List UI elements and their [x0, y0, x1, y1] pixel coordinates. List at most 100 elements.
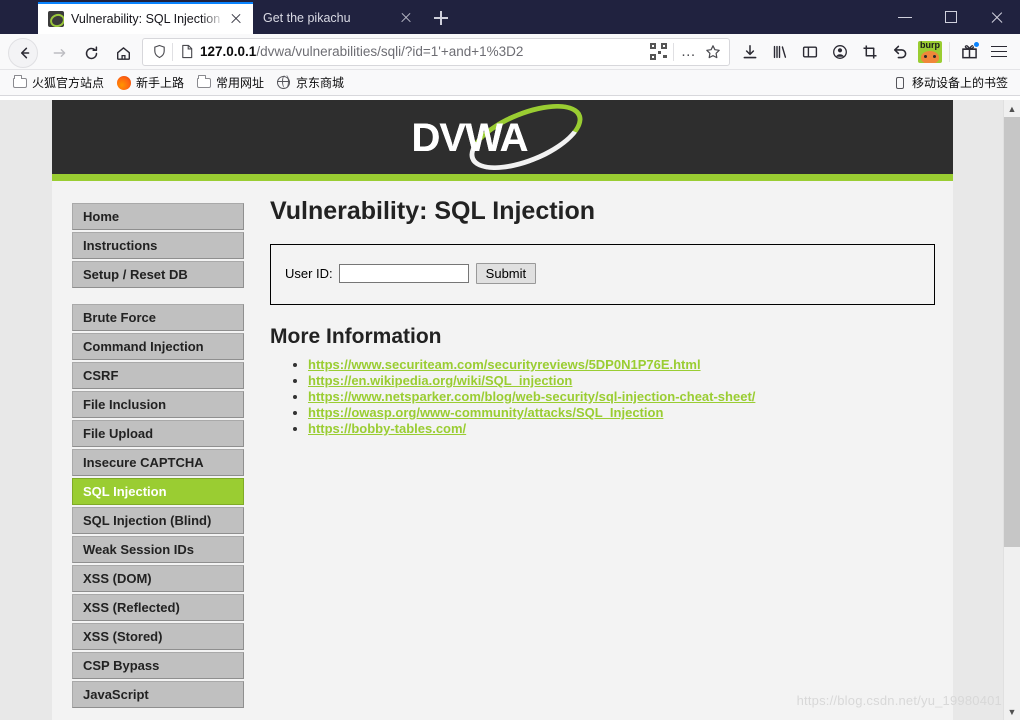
address-bar[interactable]: 127.0.0.1/dvwa/vulnerabilities/sqli/?id=…	[142, 37, 730, 66]
url-fade	[611, 38, 647, 65]
page-actions-menu-icon[interactable]: …	[677, 39, 701, 65]
list-item: https://bobby-tables.com/	[308, 421, 935, 436]
list-item: XSS (DOM)	[72, 565, 244, 592]
sidebar-item-sql-injection[interactable]: SQL Injection	[72, 478, 244, 505]
list-item: Setup / Reset DB	[72, 261, 244, 288]
back-button[interactable]	[6, 37, 42, 68]
more-information-heading: More Information	[270, 325, 442, 348]
tab-close-icon[interactable]	[397, 9, 415, 27]
user-id-label: User ID:	[285, 266, 333, 281]
sidebar-item-instructions[interactable]: Instructions	[72, 232, 244, 259]
sidebar-item-csrf[interactable]: CSRF	[72, 362, 244, 389]
maximize-button[interactable]	[928, 0, 974, 34]
folder-icon	[12, 75, 28, 91]
list-item: File Inclusion	[72, 391, 244, 418]
page-scrollbar[interactable]: ▲ ▼	[1003, 100, 1020, 720]
account-icon[interactable]	[825, 37, 855, 67]
scroll-down-icon[interactable]: ▼	[1004, 703, 1020, 720]
link-securiteam[interactable]: https://www.securiteam.com/securityrevie…	[308, 357, 701, 372]
globe-icon	[276, 75, 292, 91]
toolbar-icons: burp	[735, 37, 1014, 67]
bookmark-huohu-official[interactable]: 火狐官方站点	[6, 72, 110, 94]
window-controls	[882, 0, 1020, 34]
extensions-gift-icon[interactable]	[954, 37, 984, 67]
new-tab-button[interactable]	[425, 2, 457, 34]
undo-arrow-icon[interactable]	[885, 37, 915, 67]
toolbar-separator	[949, 41, 950, 62]
page-viewport: DVWA Home Instructions Setup / Reset DB …	[0, 100, 1020, 720]
sidebar-item-xss-dom[interactable]: XSS (DOM)	[72, 565, 244, 592]
page-info-document-icon[interactable]	[177, 44, 197, 59]
link-bobby-tables[interactable]: https://bobby-tables.com/	[308, 421, 466, 436]
sidebar-item-xss-reflected[interactable]: XSS (Reflected)	[72, 594, 244, 621]
list-item: https://en.wikipedia.org/wiki/SQL_inject…	[308, 373, 935, 388]
screenshot-crop-icon[interactable]	[855, 37, 885, 67]
forward-button	[42, 37, 74, 67]
home-button[interactable]	[106, 37, 138, 67]
list-item: Weak Session IDs	[72, 536, 244, 563]
sidebar-item-setup-reset-db[interactable]: Setup / Reset DB	[72, 261, 244, 288]
tab-strip: Vulnerability: SQL Injection :: Get the …	[0, 0, 457, 34]
home-icon	[116, 45, 130, 60]
reload-button[interactable]	[74, 37, 106, 67]
list-item: Instructions	[72, 232, 244, 259]
user-id-input[interactable]	[338, 264, 469, 283]
minimize-button[interactable]	[882, 0, 928, 34]
list-item: https://www.securiteam.com/securityrevie…	[308, 357, 935, 372]
list-item: Insecure CAPTCHA	[72, 449, 244, 476]
qr-code-icon[interactable]	[650, 43, 667, 60]
link-wikipedia[interactable]: https://en.wikipedia.org/wiki/SQL_inject…	[308, 373, 572, 388]
sidebar-item-weak-session-ids[interactable]: Weak Session IDs	[72, 536, 244, 563]
list-item: JavaScript	[72, 681, 244, 708]
url-text[interactable]: 127.0.0.1/dvwa/vulnerabilities/sqli/?id=…	[197, 38, 647, 65]
sidebar-item-home[interactable]: Home	[72, 203, 244, 230]
submit-button[interactable]: Submit	[475, 263, 537, 284]
sidebar-gap	[72, 290, 244, 304]
list-item: CSP Bypass	[72, 652, 244, 679]
tab-get-the-pikachu[interactable]: Get the pikachu	[253, 2, 423, 34]
burp-extension-icon[interactable]: burp	[915, 37, 945, 67]
url-host: 127.0.0.1	[200, 43, 257, 59]
scrollbar-thumb[interactable]	[1004, 117, 1020, 547]
download-icon[interactable]	[735, 37, 765, 67]
sidebar-item-javascript[interactable]: JavaScript	[72, 681, 244, 708]
bookmark-changyong-wangzhi[interactable]: 常用网址	[190, 72, 270, 94]
bookmark-xinshou-shanglu[interactable]: 新手上路	[110, 72, 190, 94]
user-id-form: User ID: Submit	[285, 263, 920, 284]
link-netsparker[interactable]: https://www.netsparker.com/blog/web-secu…	[308, 389, 755, 404]
burp-face-icon	[921, 50, 939, 63]
bookmark-label: 常用网址	[216, 76, 265, 90]
sidebar-item-command-injection[interactable]: Command Injection	[72, 333, 244, 360]
sidebar-gap-2	[72, 710, 244, 720]
reload-icon	[84, 45, 98, 59]
menu-hamburger-icon[interactable]	[984, 37, 1014, 67]
header-green-divider	[52, 174, 953, 181]
list-item: Brute Force	[72, 304, 244, 331]
address-bar-separator-2	[673, 42, 674, 61]
link-owasp[interactable]: https://owasp.org/www-community/attacks/…	[308, 405, 663, 420]
sidebar-item-xss-stored[interactable]: XSS (Stored)	[72, 623, 244, 650]
bookmark-star-icon[interactable]	[701, 44, 725, 60]
list-item: XSS (Reflected)	[72, 594, 244, 621]
tab-close-icon[interactable]	[227, 10, 245, 28]
address-bar-separator	[172, 42, 173, 61]
tracking-protection-shield-icon[interactable]	[147, 44, 171, 59]
close-window-button[interactable]	[974, 0, 1020, 34]
library-icon[interactable]	[765, 37, 795, 67]
vulnerability-form-box: User ID: Submit	[270, 244, 935, 305]
tab-vulnerability-sql-injection[interactable]: Vulnerability: SQL Injection ::	[38, 2, 253, 34]
bookmark-mobile-bookmarks[interactable]: 移动设备上的书签	[886, 72, 1014, 94]
sidebar-item-file-inclusion[interactable]: File Inclusion	[72, 391, 244, 418]
scroll-up-icon[interactable]: ▲	[1004, 100, 1020, 117]
back-arrow-icon	[18, 45, 31, 58]
navigation-toolbar: 127.0.0.1/dvwa/vulnerabilities/sqli/?id=…	[0, 34, 1020, 70]
list-item: SQL Injection	[72, 478, 244, 505]
bookmark-label: 京东商城	[296, 76, 345, 90]
sidebar-item-sql-injection-blind[interactable]: SQL Injection (Blind)	[72, 507, 244, 534]
bookmark-jingdong-shangcheng[interactable]: 京东商城	[270, 72, 350, 94]
sidebar-item-insecure-captcha[interactable]: Insecure CAPTCHA	[72, 449, 244, 476]
sidebar-item-file-upload[interactable]: File Upload	[72, 420, 244, 447]
sidebar-icon[interactable]	[795, 37, 825, 67]
sidebar-item-brute-force[interactable]: Brute Force	[72, 304, 244, 331]
sidebar-item-csp-bypass[interactable]: CSP Bypass	[72, 652, 244, 679]
